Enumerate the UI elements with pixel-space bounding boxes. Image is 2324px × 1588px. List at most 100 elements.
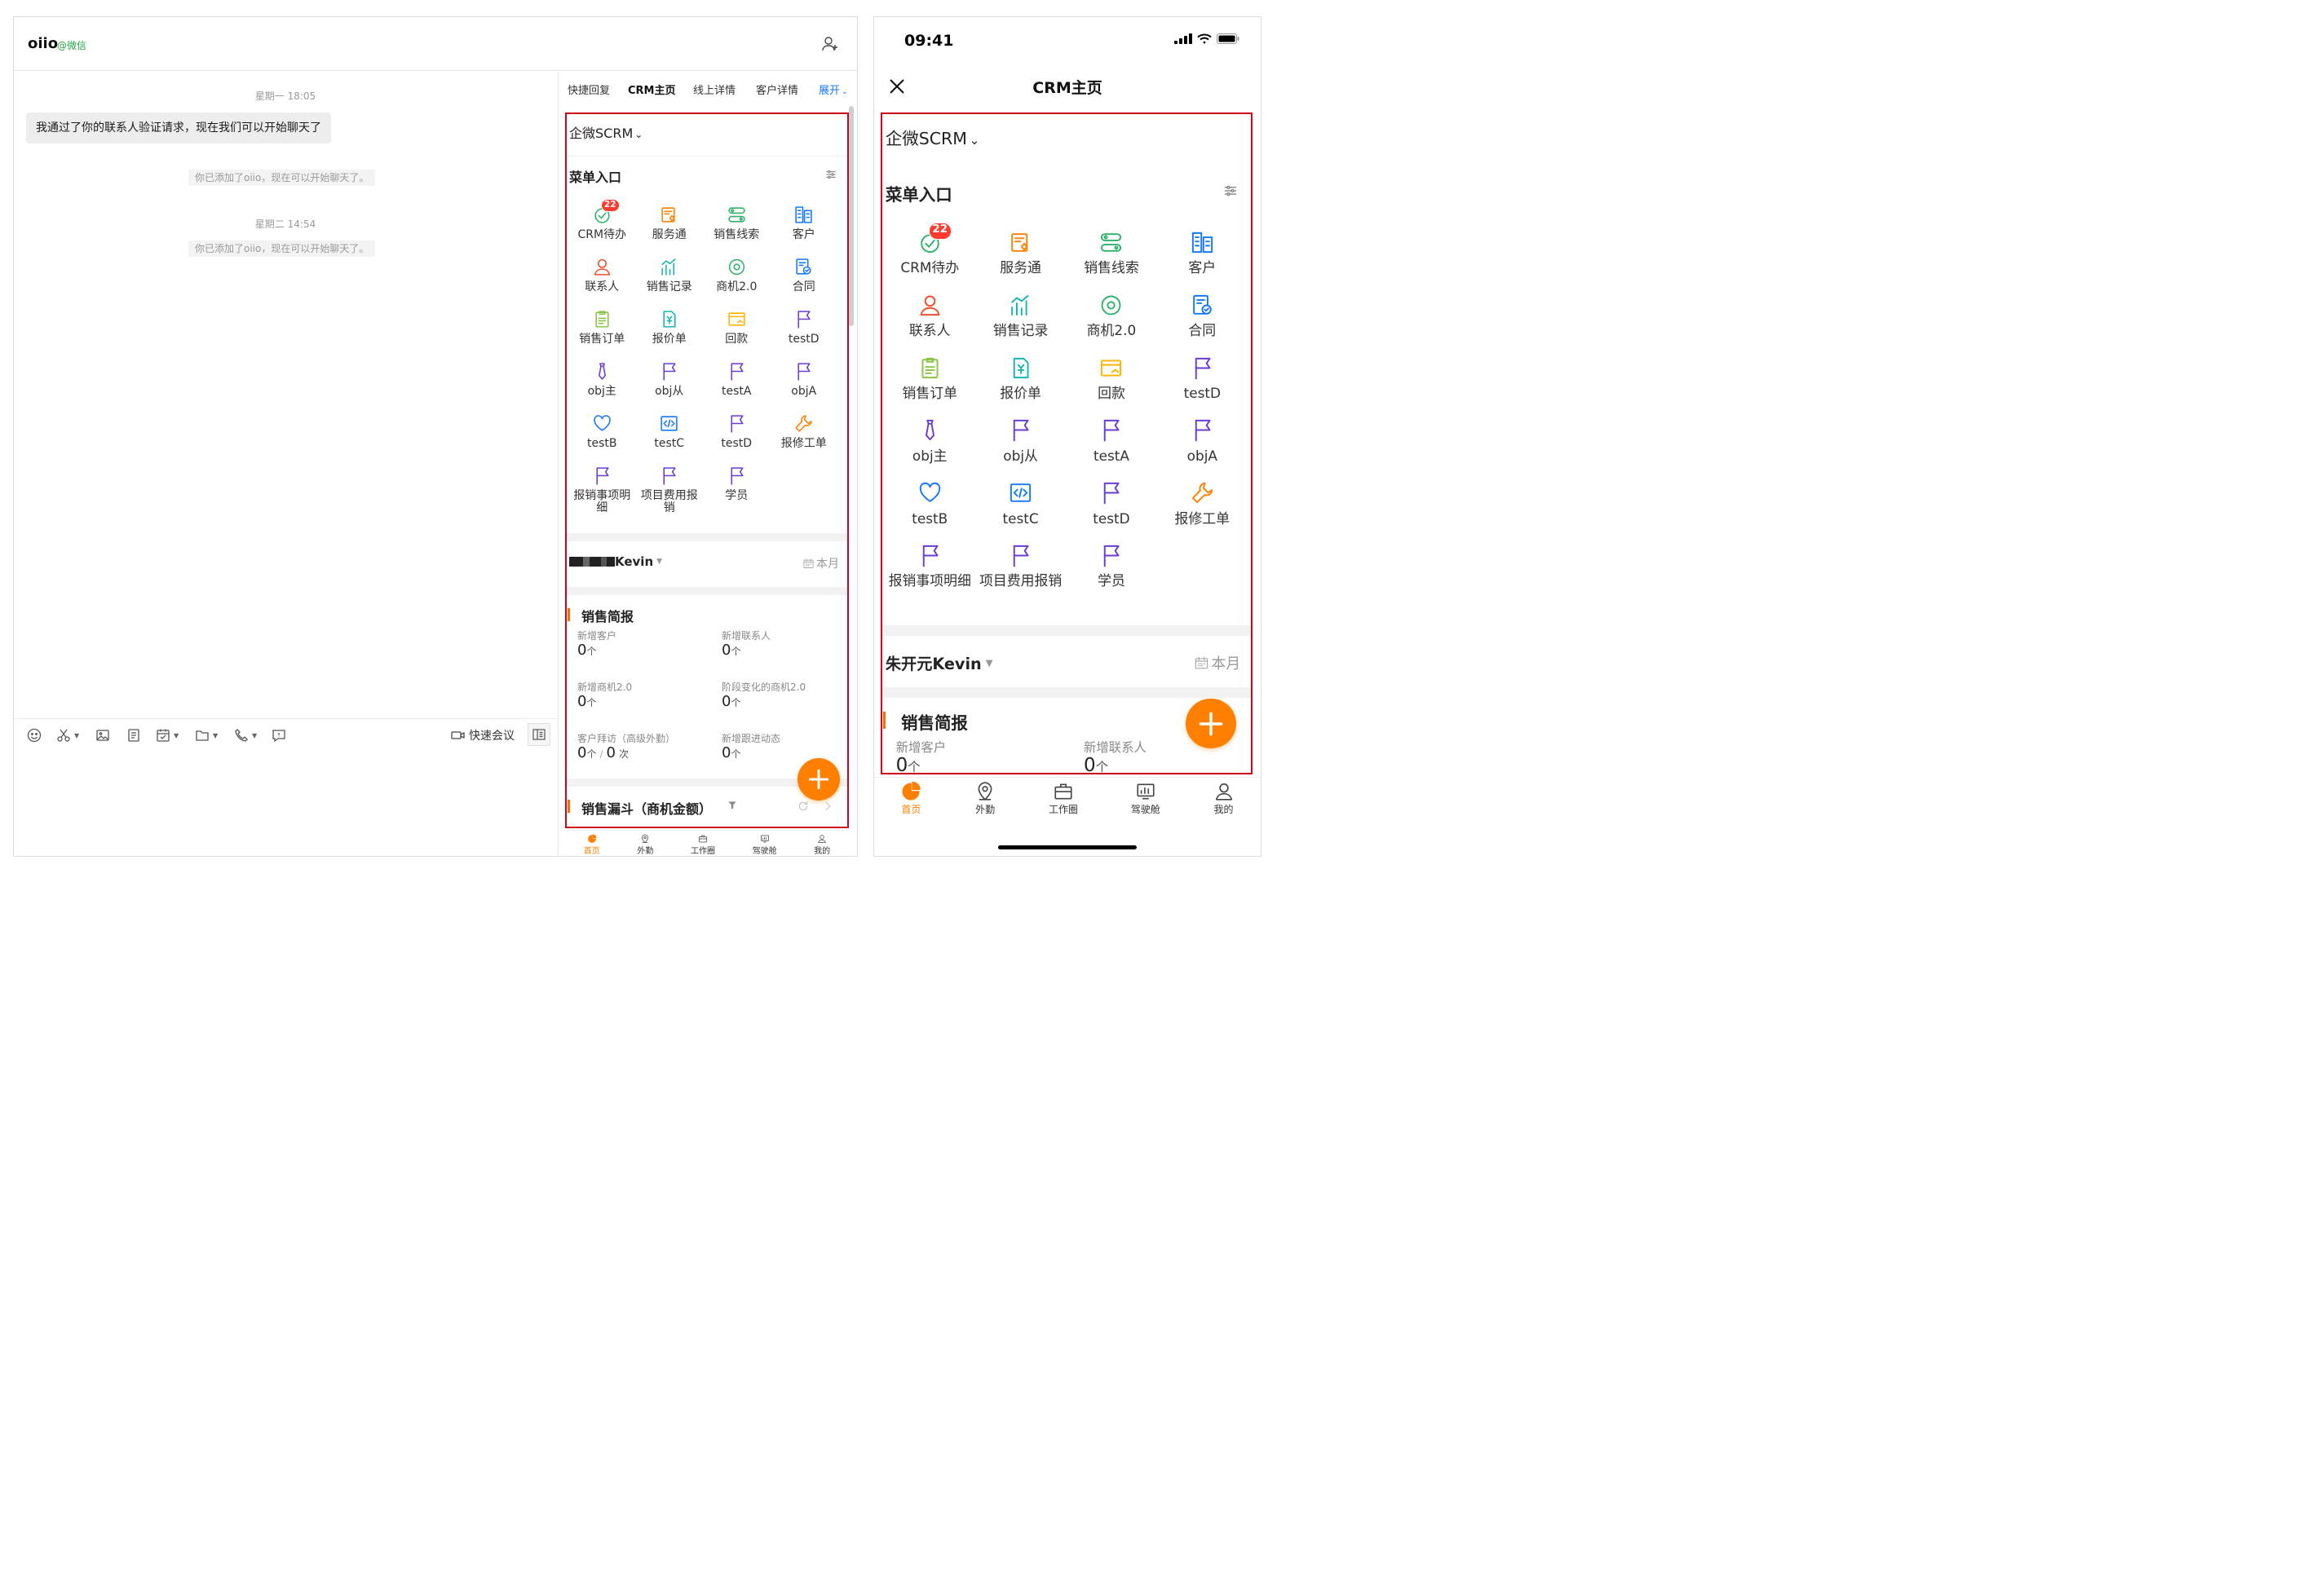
add-fab-button[interactable]: [797, 758, 840, 801]
menu-item[interactable]: 报销事项明细: [568, 463, 636, 515]
message-bubble[interactable]: 我通过了你的联系人验证请求，现在我们可以开始聊天了: [26, 112, 331, 143]
document-icon: [128, 729, 139, 742]
menu-settings-button[interactable]: [1222, 183, 1239, 202]
menu-item[interactable]: 报价单: [636, 307, 704, 359]
nav-item[interactable]: 首页: [900, 781, 921, 823]
stat-label: 新增联系人: [1084, 740, 1147, 756]
stat-value[interactable]: 0个: [722, 642, 740, 659]
menu-item[interactable]: testD: [703, 411, 771, 463]
feedback-button[interactable]: [272, 727, 286, 743]
menu-item[interactable]: objA: [771, 359, 838, 411]
nav-item[interactable]: 外勤: [974, 781, 996, 823]
stat-value[interactable]: 0个: [722, 693, 740, 710]
quick-meeting-button[interactable]: 快速会议: [451, 727, 515, 743]
screenshot-button[interactable]: ▼: [56, 727, 79, 743]
menu-item[interactable]: 22 CRM待办: [885, 223, 975, 289]
menu-item[interactable]: 销售记录: [975, 289, 1066, 352]
menu-item[interactable]: 学员: [1066, 540, 1156, 602]
nav-item[interactable]: 驾驶舱: [1131, 781, 1160, 823]
file-button[interactable]: ▼: [195, 727, 218, 743]
refresh-button[interactable]: [797, 800, 810, 816]
add-user-icon[interactable]: [821, 35, 839, 53]
menu-item[interactable]: 联系人: [568, 254, 636, 307]
menu-item[interactable]: testA: [1066, 415, 1156, 478]
menu-item[interactable]: testA: [703, 359, 771, 411]
stat-value[interactable]: 0个/0 次: [577, 744, 629, 761]
menu-item[interactable]: 商机2.0: [1066, 289, 1156, 352]
stat-value[interactable]: 0个: [577, 693, 596, 710]
scrollbar[interactable]: [849, 106, 854, 326]
schedule-button[interactable]: ▼: [156, 727, 179, 743]
call-button[interactable]: ▼: [234, 727, 257, 743]
menu-item[interactable]: testB: [885, 477, 975, 540]
menu-item[interactable]: 服务通: [975, 227, 1066, 289]
menu-item[interactable]: 项目费用报销: [975, 540, 1066, 602]
funnel-filter-button[interactable]: [727, 799, 738, 814]
menu-item[interactable]: 合同: [1157, 289, 1248, 352]
user-selector[interactable]: Kevin ▼: [569, 554, 662, 569]
desktop-chat-window: oiio @微信 星期一 18:05 我通过了你的联系人验证请求，现在我们可以开…: [13, 16, 858, 857]
nav-item[interactable]: 首页: [584, 834, 600, 856]
menu-item[interactable]: 报销事项明细: [885, 540, 975, 602]
menu-item[interactable]: 销售记录: [636, 254, 704, 307]
stat-value[interactable]: 0个: [896, 755, 921, 773]
menu-item[interactable]: 联系人: [885, 289, 975, 352]
funnel-more-button[interactable]: [821, 800, 834, 816]
nav-item[interactable]: 工作圈: [1049, 781, 1078, 823]
org-selector[interactable]: 企微SCRM ⌄: [569, 122, 643, 142]
menu-settings-button[interactable]: [824, 168, 837, 184]
menu-item[interactable]: 销售线索: [1066, 227, 1156, 289]
tab-crm-home[interactable]: CRM主页: [628, 82, 676, 97]
menu-item[interactable]: testD: [1066, 477, 1156, 540]
tab-expand[interactable]: 展开 ⌄: [819, 82, 848, 97]
tab-customer-details[interactable]: 客户详情: [756, 82, 798, 97]
menu-item[interactable]: 回款: [1066, 352, 1156, 415]
nav-item[interactable]: 我的: [1213, 781, 1235, 823]
nav-item[interactable]: 外勤: [637, 834, 653, 856]
menu-item[interactable]: 回款: [703, 307, 771, 359]
menu-item[interactable]: 客户: [1157, 227, 1248, 289]
menu-item[interactable]: 报修工单: [1157, 477, 1248, 540]
stat-value[interactable]: 0个: [577, 642, 596, 659]
menu-item[interactable]: 项目费用报销: [636, 463, 704, 515]
user-selector[interactable]: 朱开元Kevin ▼: [886, 651, 993, 674]
menu-item[interactable]: 客户: [771, 202, 838, 254]
menu-item[interactable]: obj主: [885, 415, 975, 478]
menu-item[interactable]: 销售线索: [703, 202, 771, 254]
menu-item[interactable]: objA: [1157, 415, 1248, 478]
menu-item[interactable]: obj从: [636, 359, 704, 411]
stat-value[interactable]: 0个: [722, 744, 740, 761]
nav-item[interactable]: 驾驶舱: [753, 834, 777, 856]
menu-item[interactable]: 销售订单: [885, 352, 975, 415]
menu-item[interactable]: obj主: [568, 359, 636, 411]
menu-item[interactable]: 学员: [703, 463, 771, 515]
period-selector[interactable]: 本月: [1194, 652, 1240, 673]
nav-item[interactable]: 工作圈: [691, 834, 715, 856]
stat-value[interactable]: 0个: [1084, 755, 1108, 773]
nav-item[interactable]: 我的: [814, 834, 830, 856]
menu-item[interactable]: 商机2.0: [703, 254, 771, 307]
emoji-button[interactable]: [27, 727, 42, 743]
menu-item[interactable]: testC: [636, 411, 704, 463]
menu-item[interactable]: testD: [771, 307, 838, 359]
menu-item[interactable]: 22 CRM待办: [568, 199, 636, 254]
side-panel-toggle[interactable]: [528, 723, 550, 746]
menu-item[interactable]: 报价单: [975, 352, 1066, 415]
menu-item[interactable]: testB: [568, 411, 636, 463]
add-fab-button[interactable]: [1186, 698, 1236, 749]
menu-item[interactable]: 合同: [771, 254, 838, 307]
document-button[interactable]: [126, 727, 141, 743]
menu-item[interactable]: 销售订单: [568, 307, 636, 359]
menu-item[interactable]: 报修工单: [771, 411, 838, 463]
menu-item[interactable]: testD: [1157, 352, 1248, 415]
period-selector[interactable]: 本月: [802, 555, 839, 571]
tab-quick-reply[interactable]: 快捷回复: [568, 82, 610, 97]
tab-online-details[interactable]: 线上详情: [693, 82, 736, 97]
customer-icon: [795, 205, 812, 223]
image-button[interactable]: [95, 727, 110, 743]
home-indicator[interactable]: [998, 845, 1137, 849]
org-selector[interactable]: 企微SCRM ⌄: [886, 125, 980, 149]
menu-item[interactable]: testC: [975, 477, 1066, 540]
menu-item[interactable]: obj从: [975, 415, 1066, 478]
menu-item[interactable]: 服务通: [636, 202, 704, 254]
